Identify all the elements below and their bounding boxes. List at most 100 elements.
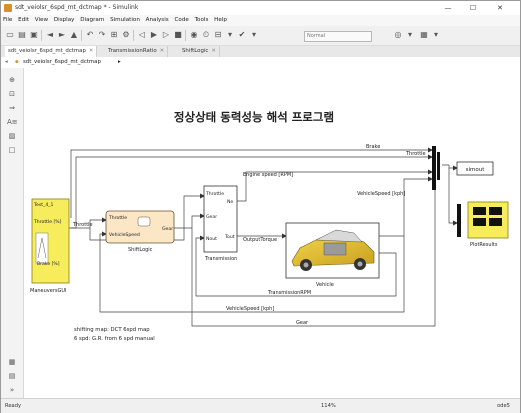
annotation-note-2: 6 spd: G.R. from 6 spd manual [74,336,155,342]
menu-help[interactable]: Help [212,15,229,26]
annotation-note-1: shifting map: DCT 6spd map [74,327,150,333]
simout-label: simout [466,167,486,173]
diagram-canvas[interactable]: 정상상태 동력성능 해석 프로그램 Brake Throttle Throttl… [24,68,520,398]
breadcrumb-arrow-icon[interactable]: ▸ [118,57,121,68]
explorer-bar-icon[interactable]: ▤ [7,372,17,381]
tab-label: TransmissionRatio [108,48,157,54]
simulation-mode-select[interactable]: Normal [304,31,372,42]
transmission-port-throttle: Throttle [205,191,224,197]
up-icon[interactable]: ▲ [69,30,79,40]
image-icon[interactable]: ▨ [7,132,17,141]
stop-time-icon[interactable]: ⏲ [201,30,211,40]
annotation-icon[interactable]: A≡ [7,118,18,127]
step-forward-icon[interactable]: ▷ [161,30,171,40]
menu-bar: File Edit View Display Diagram Simulatio… [1,15,520,26]
shift-logic-block[interactable]: Throttle VehicleSpeed Gear ShiftLogic [105,210,175,253]
model-settings-icon[interactable]: ⚙ [121,30,131,40]
toolbar-separator [133,30,134,41]
maneuvers-gui-block[interactable]: Test_4_1 Throttle [%] Brake [%] Maneuver… [30,198,70,294]
save-icon[interactable]: ▣ [29,30,39,40]
signal-line-vehicle-speed[interactable] [379,176,433,237]
arrow-icon[interactable]: ⇒ [7,104,17,113]
status-text: Ready [5,403,22,409]
library-browser-icon[interactable]: ⊞ [109,30,119,40]
run-icon[interactable]: ▶ [149,30,159,40]
signal-line-gear-trans[interactable] [174,213,205,229]
collapse-panel-icon[interactable]: » [7,386,17,395]
title-bar: sdt_veiolsr_6spd_mt_dctmap * - Simulink … [1,1,520,15]
vehicle-block[interactable]: Vehicle [285,222,380,288]
fit-to-view-icon[interactable]: ⊡ [7,90,17,99]
shift-logic-port-throttle: Throttle [108,215,127,221]
step-back-icon[interactable]: ◁ [137,30,147,40]
signal-label-transmission-rpm: TransmissionRPM [267,290,311,296]
debug-icon[interactable]: ◎ [393,30,403,40]
menu-diagram[interactable]: Diagram [78,15,106,26]
menu-display[interactable]: Display [52,15,77,26]
area-icon[interactable]: □ [7,146,17,155]
signal-label-brake: Brake [366,144,380,150]
debug-dropdown-icon[interactable]: ▾ [405,30,415,40]
simulink-diagram: 정상상태 동력성능 해석 프로그램 Brake Throttle Throttl… [30,110,509,342]
menu-code[interactable]: Code [172,15,190,26]
tab-shift-logic[interactable]: ShiftLogic ✕ [179,46,220,57]
menu-view[interactable]: View [33,15,50,26]
breadcrumb-model-link[interactable]: sdt_veiolsr_6spd_mt_dctmap [23,57,101,68]
signal-label-engine-speed: Engine speed [RPM] [243,172,293,178]
signal-line-brake[interactable] [70,147,433,218]
maneuvers-port-brake: Brake [%] [37,261,60,267]
shift-logic-block-name: ShiftLogic [128,247,153,253]
signal-label-vehicle-speed-right: VehicleSpeed [kph] [357,191,405,197]
transmission-port-ne: Ne [227,199,233,205]
transmission-port-tout: Tout [224,234,235,240]
menu-analysis[interactable]: Analysis [144,15,171,26]
signal-line-to-simout[interactable] [442,164,458,171]
model-browser-icon[interactable]: ▦ [7,358,17,367]
new-model-icon[interactable]: ▭ [5,30,15,40]
transmission-port-gear: Gear [206,214,217,220]
hide-explorer-icon[interactable]: ◂ [5,57,8,68]
transmission-block[interactable]: Throttle Gear Nout Ne Tout Transmission [203,185,238,262]
menu-edit[interactable]: Edit [16,15,31,26]
stop-icon[interactable]: ■ [173,30,183,40]
open-folder-icon[interactable]: ▤ [17,30,27,40]
plot-results-block-name: PlotResults [470,242,498,248]
mux-block-secondary[interactable] [437,152,440,180]
maximize-button[interactable]: ☐ [463,1,483,15]
maneuvers-signal-name: Test_4_1 [33,202,54,208]
model-advisor-icon[interactable]: ✔ [237,30,247,40]
build-icon[interactable]: ⊟ [213,30,223,40]
close-button[interactable]: ✕ [490,1,510,15]
close-tab-icon[interactable]: ✕ [160,48,165,54]
close-tab-icon[interactable]: ✕ [89,48,94,54]
maneuvers-block-name: ManeuversGUI [30,288,67,294]
transmission-port-nout: Nout [206,236,217,242]
menu-simulation[interactable]: Simulation [108,15,142,26]
profiler-icon[interactable]: ▦ [419,30,429,40]
record-icon[interactable]: ◉ [189,30,199,40]
signal-line-to-plot[interactable] [448,168,458,226]
profiler-dropdown-icon[interactable]: ▾ [431,30,441,40]
solver-name[interactable]: ode5 [497,399,510,413]
toolbar-separator [81,30,82,41]
toolbar-separator [41,30,42,41]
forward-icon[interactable]: ► [57,30,67,40]
redo-icon[interactable]: ↷ [97,30,107,40]
advisor-dropdown-icon[interactable]: ▾ [249,30,259,40]
tab-label: ShiftLogic [182,48,209,54]
tab-main-model[interactable]: sdt_veiolsr_6spd_mt_dctmap ✕ [5,46,98,57]
build-dropdown-icon[interactable]: ▾ [225,30,235,40]
zoom-icon[interactable]: ⊕ [7,76,17,85]
minimize-button[interactable]: — [438,1,458,15]
transmission-block-name: Transmission [204,256,237,262]
tab-transmission-ratio[interactable]: TransmissionRatio ✕ [105,46,169,57]
status-bar: Ready 114% ode5 [1,398,520,413]
plot-results-block[interactable]: PlotResults [457,201,509,248]
simout-block[interactable]: simout [456,161,494,176]
menu-tools[interactable]: Tools [193,15,211,26]
back-icon[interactable]: ◄ [45,30,55,40]
mux-block[interactable] [432,146,436,190]
menu-file[interactable]: File [1,15,14,26]
close-tab-icon[interactable]: ✕ [211,48,216,54]
undo-icon[interactable]: ↶ [85,30,95,40]
